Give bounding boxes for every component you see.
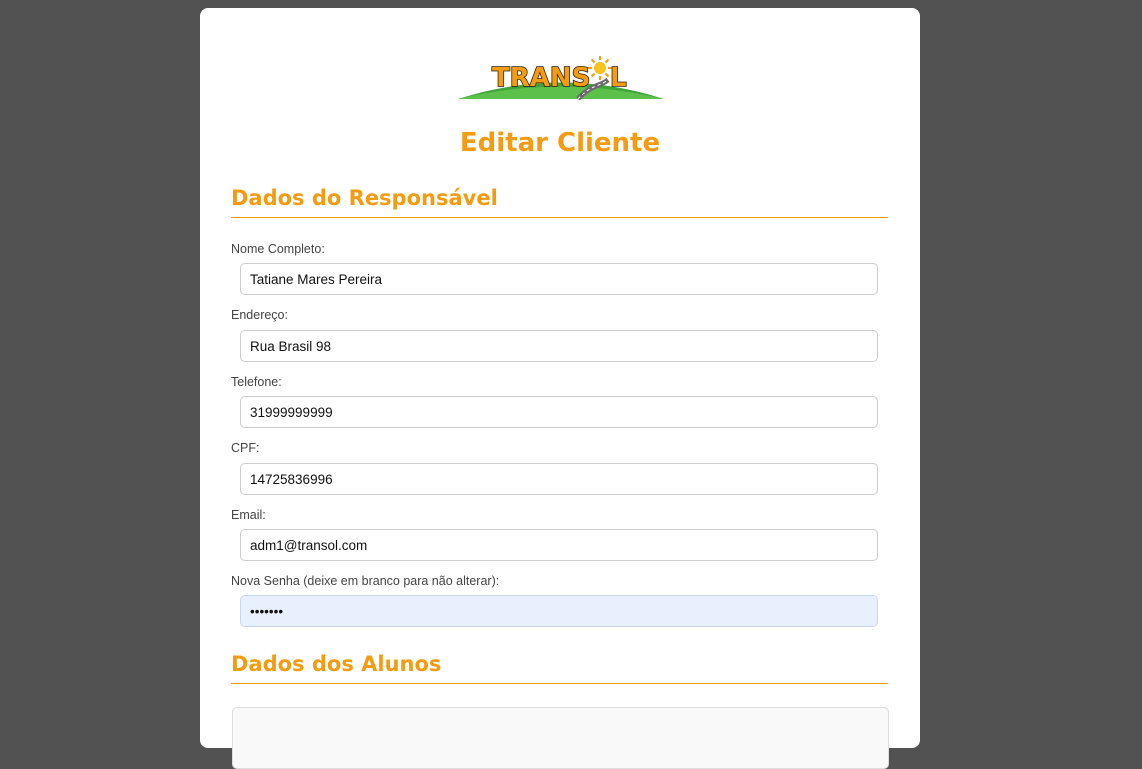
cpf-label: CPF: [231, 441, 260, 455]
cpf-input[interactable] [240, 463, 878, 495]
senha-label: Nova Senha (deixe em branco para não alt… [231, 574, 500, 588]
section-title-alunos: Dados dos Alunos [231, 652, 888, 684]
svg-text:L: L [610, 63, 627, 93]
page-title: Editar Cliente [459, 128, 661, 158]
endereco-input[interactable] [240, 330, 878, 362]
transol-logo: TRANS L [458, 56, 664, 100]
senha-input[interactable] [240, 595, 878, 627]
email-label: Email: [231, 508, 266, 522]
section-title-responsavel: Dados do Responsável [231, 186, 888, 218]
svg-text:TRANS: TRANS [492, 63, 590, 93]
nome-input[interactable] [240, 263, 878, 295]
student-entry-box [232, 707, 889, 769]
nome-label: Nome Completo: [231, 242, 325, 256]
endereco-label: Endereço: [231, 308, 288, 322]
email-input[interactable] [240, 529, 878, 561]
edit-client-card: TRANS L Editar Cliente Dados do Responsá… [200, 8, 920, 769]
telefone-input[interactable] [240, 396, 878, 428]
telefone-label: Telefone: [231, 375, 282, 389]
